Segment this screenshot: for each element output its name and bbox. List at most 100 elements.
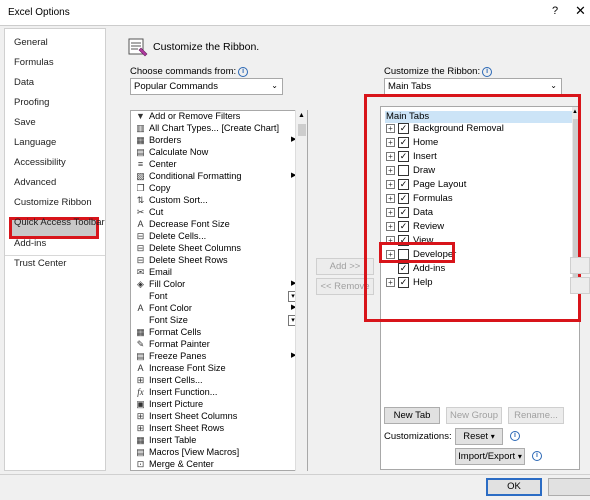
chevron-down-icon: ⌄ bbox=[550, 81, 557, 90]
move-up-button[interactable] bbox=[570, 257, 590, 274]
customizations-label: Customizations: bbox=[384, 431, 452, 442]
nav-item-general[interactable]: General bbox=[14, 37, 48, 48]
choose-commands-label: Choose commands from: i bbox=[130, 66, 249, 77]
insert-columns-icon: ⊞ bbox=[136, 411, 145, 421]
list-item[interactable]: ⊟ Delete Cells... bbox=[135, 231, 307, 243]
fill-color-icon: ◈ bbox=[137, 279, 144, 289]
list-item[interactable]: ◈ Fill Color ▶ bbox=[135, 279, 307, 291]
window-title: Excel Options bbox=[8, 7, 70, 18]
list-item[interactable]: ⊞ Insert Sheet Columns bbox=[135, 411, 307, 423]
info-icon: i bbox=[482, 67, 493, 77]
list-item[interactable]: ⇅ Custom Sort... bbox=[135, 195, 307, 207]
list-item[interactable]: ⊞ Insert Sheet Rows bbox=[135, 423, 307, 435]
move-down-button[interactable] bbox=[570, 277, 590, 294]
borders-icon: ▦ bbox=[136, 135, 145, 145]
format-cells-icon: ▦ bbox=[136, 327, 145, 337]
list-item[interactable]: ▤ Freeze Panes ▶ bbox=[135, 351, 307, 363]
list-item[interactable]: ▣ Insert Picture bbox=[135, 399, 307, 411]
info-icon: i bbox=[510, 431, 520, 441]
help-button[interactable]: ? bbox=[552, 5, 558, 17]
list-item[interactable]: ▦ Format Cells bbox=[135, 327, 307, 339]
function-icon: fx bbox=[137, 387, 144, 397]
scroll-up-icon[interactable]: ▲ bbox=[298, 112, 305, 119]
calculator-icon: ▤ bbox=[136, 147, 145, 157]
delete-columns-icon: ⊟ bbox=[136, 243, 145, 253]
cancel-button[interactable] bbox=[548, 478, 590, 496]
commands-list[interactable]: ▼ Add or Remove Filters ▥ All Chart Types.… bbox=[130, 110, 308, 471]
customize-ribbon-label: Customize the Ribbon: i bbox=[384, 66, 493, 77]
list-item[interactable]: ≡ Center bbox=[135, 159, 307, 171]
table-icon: ▦ bbox=[136, 435, 145, 445]
list-item[interactable]: ✎ Format Painter bbox=[135, 339, 307, 351]
copy-icon: ❐ bbox=[136, 183, 145, 193]
list-item[interactable]: ▦ Borders ▶ bbox=[135, 135, 307, 147]
footer-divider bbox=[0, 474, 590, 475]
font-color-icon: A bbox=[137, 303, 144, 313]
customize-ribbon-icon bbox=[128, 38, 148, 57]
merge-center-icon: ⊡ bbox=[136, 459, 145, 469]
list-item[interactable]: ▧ Conditional Formatting ▶ bbox=[135, 171, 307, 183]
font-size-icon bbox=[135, 315, 146, 326]
info-icon: i bbox=[238, 67, 249, 77]
list-item[interactable]: ⊡ Merge & Center bbox=[135, 459, 307, 470]
nav-item-formulas[interactable]: Formulas bbox=[14, 57, 54, 68]
sort-icon: ⇅ bbox=[136, 195, 145, 205]
insert-cells-icon: ⊞ bbox=[136, 375, 145, 385]
list-item[interactable]: ⊟ Delete Sheet Columns bbox=[135, 243, 307, 255]
list-item[interactable]: A Font Color ▶ bbox=[135, 303, 307, 315]
list-item[interactable]: A Decrease Font Size bbox=[135, 219, 307, 231]
list-item[interactable]: Font Size ▾ bbox=[135, 315, 307, 327]
choose-commands-value: Popular Commands bbox=[134, 81, 218, 92]
nav-item-proofing[interactable]: Proofing bbox=[14, 97, 49, 108]
nav-item-trust-center[interactable]: Trust Center bbox=[14, 258, 66, 269]
nav-item-data[interactable]: Data bbox=[14, 77, 34, 88]
list-item[interactable]: ❐ Copy bbox=[135, 183, 307, 195]
conditional-formatting-icon: ▧ bbox=[136, 171, 145, 181]
close-button[interactable]: ✕ bbox=[575, 3, 586, 19]
nav-item-save[interactable]: Save bbox=[14, 117, 36, 128]
reset-button[interactable]: Reset ▾ bbox=[455, 428, 503, 445]
list-item[interactable]: ⊟ Delete Sheet Rows bbox=[135, 255, 307, 267]
nav-item-advanced[interactable]: Advanced bbox=[14, 177, 56, 188]
chevron-down-icon: ⌄ bbox=[271, 81, 278, 90]
list-item[interactable]: ✉ Email bbox=[135, 267, 307, 279]
list-item[interactable]: ▦ Insert Table bbox=[135, 435, 307, 447]
macros-icon: ▤ bbox=[136, 447, 145, 457]
email-icon: ✉ bbox=[136, 267, 145, 277]
decrease-font-icon: A bbox=[137, 219, 144, 229]
picture-icon: ▣ bbox=[136, 399, 145, 409]
list-item[interactable]: ▼ Add or Remove Filters bbox=[135, 111, 307, 123]
customize-ribbon-value: Main Tabs bbox=[388, 81, 432, 92]
ok-button[interactable]: OK bbox=[486, 478, 542, 496]
nav-item-customize-ribbon[interactable]: Customize Ribbon bbox=[14, 197, 92, 208]
align-center-icon: ≡ bbox=[137, 159, 144, 169]
customize-ribbon-dropdown[interactable]: Main Tabs ⌄ bbox=[384, 78, 562, 95]
freeze-panes-icon: ▤ bbox=[136, 351, 145, 361]
format-painter-icon: ✎ bbox=[136, 339, 145, 349]
list-item[interactable]: ✂ Cut bbox=[135, 207, 307, 219]
nav-item-add-ins[interactable]: Add-ins bbox=[14, 238, 46, 249]
delete-cells-icon: ⊟ bbox=[136, 231, 145, 241]
rename-button[interactable]: Rename... bbox=[508, 407, 564, 424]
choose-commands-dropdown[interactable]: Popular Commands ⌄ bbox=[130, 78, 283, 95]
nav-item-accessibility[interactable]: Accessibility bbox=[14, 157, 66, 168]
list-item[interactable]: Font ▾ bbox=[135, 291, 307, 303]
ribbon-tree-highlight bbox=[364, 94, 581, 322]
commands-scrollbar[interactable]: ▲ bbox=[295, 110, 307, 471]
list-item[interactable]: A Increase Font Size bbox=[135, 363, 307, 375]
list-item[interactable]: ▤ Macros [View Macros] bbox=[135, 447, 307, 459]
delete-rows-icon: ⊟ bbox=[136, 255, 145, 265]
nav-item-language[interactable]: Language bbox=[14, 137, 56, 148]
list-item[interactable]: ⊞ Insert Cells... bbox=[135, 375, 307, 387]
scroll-thumb[interactable] bbox=[298, 124, 306, 136]
nav-item-quick-access-toolbar[interactable]: Quick Access Toolbar bbox=[14, 217, 105, 228]
new-group-button[interactable]: New Group bbox=[446, 407, 502, 424]
list-item[interactable]: fx Insert Function... bbox=[135, 387, 307, 399]
chevron-down-icon: ▾ bbox=[517, 452, 522, 461]
import-export-button[interactable]: Import/Export ▾ bbox=[455, 448, 525, 465]
new-tab-button[interactable]: New Tab bbox=[384, 407, 440, 424]
list-item[interactable]: ▤ Calculate Now bbox=[135, 147, 307, 159]
font-icon bbox=[135, 291, 146, 302]
list-item[interactable]: ▥ All Chart Types... [Create Chart] bbox=[135, 123, 307, 135]
nav-divider bbox=[5, 255, 105, 256]
